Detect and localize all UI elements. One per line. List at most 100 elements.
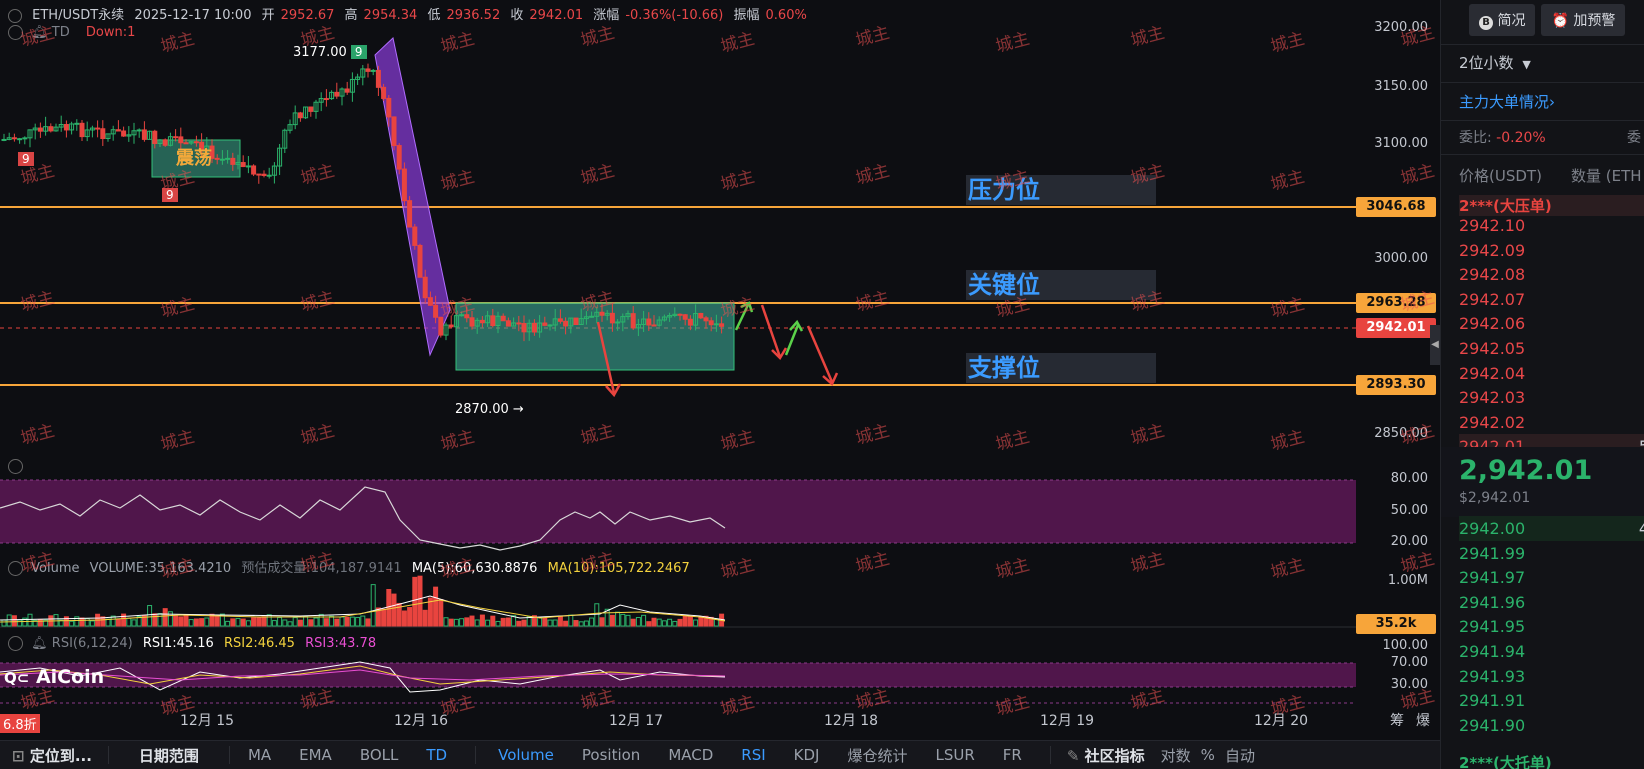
tab-ma[interactable]: MA: [234, 746, 285, 764]
candle-body: [323, 98, 329, 101]
candle-body: [630, 313, 636, 329]
collapse-icon[interactable]: [8, 8, 22, 23]
add-alert-button[interactable]: ⏰ 加预警: [1541, 4, 1626, 36]
ask-row[interactable]: 2942.07: [1459, 287, 1644, 312]
tab-fr[interactable]: FR: [989, 746, 1046, 764]
volume-bar: [370, 584, 376, 627]
time-axis[interactable]: 12月 15 12月 16 12月 17 12月 18 12月 19 12月 2…: [0, 710, 1430, 730]
bid-row[interactable]: 2941.93: [1459, 664, 1644, 689]
td-value: Down:1: [85, 25, 136, 40]
bid-row[interactable]: 2941.99: [1459, 541, 1644, 566]
tab-position[interactable]: Position: [568, 746, 654, 764]
tab-liquidation[interactable]: 爆仓统计: [833, 745, 921, 766]
bid-row[interactable]: 2941.95: [1459, 614, 1644, 639]
rsi-toggle-icon[interactable]: [8, 636, 23, 651]
current-price-tag: 2942.01: [1356, 318, 1436, 338]
candle-body: [386, 97, 392, 118]
liquidation-button[interactable]: 爆: [1416, 710, 1430, 730]
log-scale-button[interactable]: 对数: [1157, 745, 1195, 766]
volume-bar: [698, 616, 704, 627]
rsi-bell-icon[interactable]: 🔔︎: [31, 636, 48, 651]
volume-bar: [17, 619, 23, 627]
bid-price: 2942.00: [1459, 519, 1526, 538]
ask-row[interactable]: 2942.05: [1459, 336, 1644, 361]
chart-area[interactable]: ETH/USDT永续 2025-12-17 10:00 开 2952.67 高 29…: [0, 0, 1563, 742]
volume-bar: [334, 618, 340, 627]
locate-button[interactable]: ⊡ 定位到...: [0, 745, 104, 766]
bid-price: 2941.99: [1459, 543, 1526, 563]
tab-td[interactable]: TD: [412, 746, 471, 764]
high-value: 2954.34: [363, 8, 418, 23]
candle-body: [401, 168, 407, 202]
bid-row[interactable]: 2941.94: [1459, 639, 1644, 664]
volume-bar: [199, 618, 205, 627]
bid-row[interactable]: 2941.90: [1459, 713, 1644, 738]
bid-row[interactable]: 2941.96: [1459, 590, 1644, 615]
bid-row[interactable]: 2941.91: [1459, 688, 1644, 713]
candle-body: [490, 315, 496, 327]
ask-row[interactable]: 2942.10: [1459, 213, 1644, 238]
ask-row[interactable]: 2942.04: [1459, 361, 1644, 386]
collapse-panel-icon[interactable]: ◀: [1430, 325, 1440, 365]
candle-body: [115, 129, 121, 132]
aicoin-logo: Q⊂ AiCoin: [4, 666, 105, 688]
ask-row[interactable]: 2942.02: [1459, 410, 1644, 435]
rsi-legend: 🔔︎ RSI(6,12,24) RSI1:45.16 RSI2:46.45 RS…: [8, 636, 376, 651]
volume-bar: [589, 617, 595, 627]
volume-bar: [152, 613, 158, 627]
volume-bar: [422, 609, 428, 627]
candle-body: [121, 130, 127, 137]
date-range-button[interactable]: 日期范围: [113, 745, 225, 766]
candle-body: [22, 137, 28, 140]
candle-body: [422, 276, 428, 299]
tab-kdj[interactable]: KDJ: [780, 746, 834, 764]
candle-body: [308, 106, 314, 112]
tab-rsi[interactable]: RSI: [727, 746, 779, 764]
tab-volume[interactable]: Volume: [480, 746, 568, 764]
volume-bar: [682, 614, 688, 627]
volume-bar: [635, 617, 641, 627]
candle-body: [225, 157, 231, 160]
tab-lsur[interactable]: LSUR: [921, 746, 988, 764]
decimal-select[interactable]: 2位小数 ▼: [1459, 52, 1531, 73]
volume-bar: [11, 615, 17, 627]
auto-scale-button[interactable]: 自动: [1221, 745, 1259, 766]
bid-row[interactable]: 2941.97: [1459, 565, 1644, 590]
candle-body: [682, 314, 688, 320]
volume-bar: [438, 599, 444, 627]
tab-macd[interactable]: MACD: [654, 746, 727, 764]
chip-distribution-button[interactable]: 筹: [1390, 710, 1404, 730]
low-annotation: 2870.00 →: [455, 402, 524, 417]
volume-bar: [6, 614, 12, 627]
percent-scale-button[interactable]: %: [1195, 746, 1221, 764]
rsi-panel-toggle[interactable]: [8, 459, 23, 474]
main-orders-link[interactable]: 主力大单情况›: [1459, 91, 1555, 112]
ask-row[interactable]: 2942.06: [1459, 311, 1644, 336]
ask-row[interactable]: 2942.03: [1459, 385, 1644, 410]
amplitude-value: 0.60%: [765, 8, 807, 23]
brief-button[interactable]: B 简况: [1469, 4, 1536, 36]
ask-price: 2942.10: [1459, 216, 1526, 235]
tab-ema[interactable]: EMA: [285, 746, 346, 764]
ask-row[interactable]: 2942.09: [1459, 238, 1644, 263]
candle-body: [251, 165, 257, 175]
edit-icon: ✎: [1066, 746, 1080, 765]
candle-body: [334, 91, 340, 97]
volume-bar: [453, 618, 459, 627]
crosshair-icon: ⊡: [12, 746, 25, 765]
volume-bar: [583, 620, 589, 627]
volume-bar: [131, 619, 137, 627]
volume-bar: [407, 607, 413, 627]
candle-body: [479, 319, 485, 324]
tab-boll[interactable]: BOLL: [346, 746, 413, 764]
volume-bar: [433, 586, 439, 627]
candle-body: [74, 122, 80, 125]
volume-bar: [641, 614, 647, 627]
ask-row[interactable]: 2942.08: [1459, 262, 1644, 287]
volume-bar: [240, 618, 246, 627]
community-indicators-button[interactable]: ✎ 社区指标: [1055, 745, 1157, 766]
volume-bar: [344, 616, 350, 627]
price-axis[interactable]: 3200.00 3150.00 3100.00 3000.00 2850.00 …: [1356, 0, 1440, 710]
bid-price: 2941.94: [1459, 642, 1526, 661]
bid-row[interactable]: 2942.00 4: [1459, 516, 1644, 541]
